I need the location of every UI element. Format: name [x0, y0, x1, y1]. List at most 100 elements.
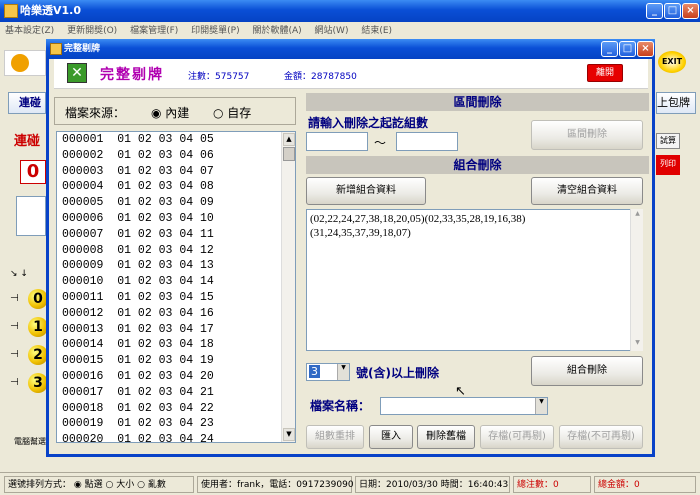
list-item[interactable]: 000008 01 02 03 04 12	[57, 243, 295, 259]
list-item[interactable]: 000016 01 02 03 04 20	[57, 369, 295, 385]
combo-count-value: 3	[309, 365, 320, 378]
computer-pick-label: 電腦幫選	[14, 436, 48, 450]
clear-combo-button[interactable]: 清空組合資料	[531, 177, 643, 205]
menu-item-files[interactable]: 檔案管理(F)	[125, 22, 183, 37]
list-item[interactable]: 000013 01 02 03 04 17	[57, 322, 295, 338]
tab-package[interactable]: 上包牌	[656, 92, 696, 114]
combo-delete-button[interactable]: 組合刪除	[531, 356, 643, 386]
list-item[interactable]: 000007 01 02 03 04 11	[57, 227, 295, 243]
list-item[interactable]: 000015 01 02 03 04 19	[57, 353, 295, 369]
source-group: 檔案來源： ◉ 內建 ○ 自存	[54, 97, 296, 125]
dialog-close-icon[interactable]: ×	[637, 41, 654, 57]
list-item[interactable]: 000019 01 02 03 04 23	[57, 416, 295, 432]
tab-link-label: 連碰	[19, 96, 41, 109]
menu-item-update[interactable]: 更新開獎(O)	[62, 22, 122, 37]
chevron-down-icon: ▼	[535, 398, 547, 414]
exit-icon: EXIT	[658, 51, 686, 73]
menu-item-website[interactable]: 網站(W)	[310, 22, 354, 37]
combo-count-select[interactable]: 3 ▼	[306, 363, 350, 381]
tab-link[interactable]: 連碰	[8, 92, 46, 114]
range-prompt: 請輸入刪除之起訖組數	[308, 116, 429, 130]
source-saved-label: 自存	[227, 106, 252, 120]
sort-random-label: 亂數	[147, 480, 166, 490]
left-count-box: 0	[20, 160, 46, 184]
list-scrollbar[interactable]: ▲ ▼	[281, 132, 295, 442]
ball-3[interactable]: 3	[28, 373, 48, 393]
source-radio-builtin[interactable]: ◉ 內建	[151, 104, 189, 121]
menu-item-settings[interactable]: 基本設定(Z)	[0, 22, 59, 37]
maximize-icon[interactable]: □	[664, 3, 681, 19]
arrow-icon: ↘ ↓	[10, 269, 28, 279]
chevron-down-icon: ▼	[337, 364, 349, 380]
header-title: 完整剔牌	[100, 67, 164, 83]
list-item[interactable]: 000010 01 02 03 04 14	[57, 274, 295, 290]
left-snippet: 連碰	[14, 130, 46, 152]
dialog-maximize-icon[interactable]: □	[619, 41, 636, 57]
dialog-title-bar: 完整剔牌 _ □ ×	[46, 39, 655, 59]
range-section-title: 區間刪除	[306, 93, 649, 111]
delete-old-file-button[interactable]: 刪除舊檔	[417, 425, 475, 449]
minimize-icon[interactable]: _	[646, 3, 663, 19]
dialog-minimize-icon[interactable]: _	[601, 41, 618, 57]
sort-size-label: 大小	[116, 480, 135, 490]
renumber-button[interactable]: 組數重排	[306, 425, 364, 449]
calc-label: 試算	[660, 136, 676, 145]
combo-textarea[interactable]: (02,22,24,27,38,18,20,05)(02,33,35,28,19…	[306, 209, 643, 351]
list-item[interactable]: 000006 01 02 03 04 10	[57, 211, 295, 227]
range-from-input[interactable]	[306, 132, 368, 151]
list-item[interactable]: 000011 01 02 03 04 15	[57, 290, 295, 306]
combo-scrollbar[interactable]: ▲ ▼	[630, 209, 643, 351]
ball-2[interactable]: 2	[28, 345, 48, 365]
scroll-thumb[interactable]	[283, 147, 295, 161]
range-to-input[interactable]	[396, 132, 458, 151]
dialog-icon	[50, 43, 62, 55]
calc-button[interactable]: 試算	[656, 133, 680, 149]
status-bar: 選號排列方式： ◉ 點選 ○ 大小 ○ 亂數 使用者：frank，電話：0917…	[0, 472, 700, 495]
menu-item-about[interactable]: 關於軟體(A)	[247, 22, 306, 37]
import-button[interactable]: 匯入	[369, 425, 413, 449]
add-combo-button[interactable]: 新增組合資料	[306, 177, 426, 205]
close-icon[interactable]: ×	[682, 3, 699, 19]
list-item[interactable]: 000014 01 02 03 04 18	[57, 337, 295, 353]
list-item[interactable]: 000012 01 02 03 04 16	[57, 306, 295, 322]
range-delete-button[interactable]: 區間刪除	[531, 120, 643, 150]
combo-scroll-down-icon[interactable]: ▼	[632, 339, 643, 350]
list-item[interactable]: 000001 01 02 03 04 05	[57, 132, 295, 148]
combo-scroll-up-icon[interactable]: ▲	[632, 210, 643, 221]
print-label: 列印	[660, 159, 676, 168]
menu-item-print[interactable]: 印開獎單(P)	[186, 22, 244, 37]
source-builtin-label: 內建	[165, 106, 190, 120]
sort-radio-size[interactable]: ○ 大小	[106, 480, 135, 490]
list-item[interactable]: 000017 01 02 03 04 21	[57, 385, 295, 401]
menu-item-exit[interactable]: 結束(E)	[356, 22, 397, 37]
ball-1[interactable]: 1	[28, 317, 48, 337]
scroll-up-icon[interactable]: ▲	[283, 133, 295, 146]
main-window-title-bar: 哈樂透V1.0 _ □ ×	[0, 0, 700, 22]
ball-0[interactable]: 0	[28, 289, 48, 309]
filename-select[interactable]: ▼	[380, 397, 548, 415]
list-item[interactable]: 000005 01 02 03 04 09	[57, 195, 295, 211]
app-icon	[4, 4, 18, 18]
date-label: 日期：	[359, 480, 387, 490]
combination-list[interactable]: 000001 01 02 03 04 05 000002 01 02 03 04 …	[56, 131, 296, 443]
save-final-button[interactable]: 存檔(不可再剔)	[559, 425, 643, 449]
list-item[interactable]: 000003 01 02 03 04 07	[57, 164, 295, 180]
scroll-down-icon[interactable]: ▼	[283, 428, 295, 441]
list-item[interactable]: 000020 01 02 03 04 24	[57, 432, 295, 442]
list-item[interactable]: 000002 01 02 03 04 06	[57, 148, 295, 164]
sort-radio-random[interactable]: ○ 亂數	[137, 480, 166, 490]
exit-button[interactable]: EXIT	[656, 50, 696, 76]
list-rows: 000001 01 02 03 04 05 000002 01 02 03 04 …	[57, 132, 295, 442]
leave-button[interactable]: 離開	[587, 64, 623, 82]
list-item[interactable]: 000004 01 02 03 04 08	[57, 179, 295, 195]
list-item[interactable]: 000009 01 02 03 04 13	[57, 258, 295, 274]
source-radio-saved[interactable]: ○ 自存	[213, 104, 251, 121]
list-item[interactable]: 000018 01 02 03 04 22	[57, 401, 295, 417]
save-editable-button[interactable]: 存檔(可再剔)	[480, 425, 554, 449]
sort-radio-click[interactable]: ◉ 點選	[74, 480, 103, 490]
range-separator: ～	[374, 136, 387, 150]
left-input-box[interactable]	[16, 196, 46, 236]
print-button[interactable]: 列印	[656, 155, 680, 175]
logo-icon	[11, 54, 29, 72]
ball-marker: ⊣	[10, 293, 19, 304]
